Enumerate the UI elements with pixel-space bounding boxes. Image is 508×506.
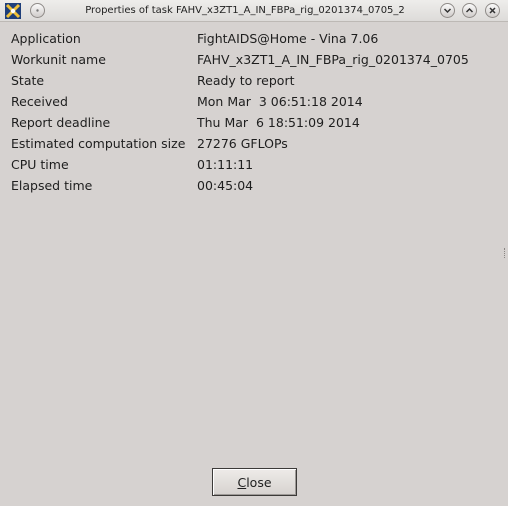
property-label: Received — [11, 94, 68, 109]
property-label: Application — [11, 31, 81, 46]
minimize-icon — [443, 8, 452, 14]
maximize-button[interactable] — [462, 3, 477, 18]
property-label: Estimated computation size — [11, 136, 186, 151]
property-value: Ready to report — [197, 73, 295, 88]
property-value: Thu Mar 6 18:51:09 2014 — [197, 115, 360, 130]
property-value: 27276 GFLOPs — [197, 136, 288, 151]
window-menu-button[interactable] — [30, 3, 45, 18]
close-button[interactable]: Close — [212, 468, 297, 496]
property-label: CPU time — [11, 157, 69, 172]
property-label: Elapsed time — [11, 178, 93, 193]
property-value: FightAIDS@Home - Vina 7.06 — [197, 31, 379, 46]
minimize-button[interactable] — [440, 3, 455, 18]
property-value: FAHV_x3ZT1_A_IN_FBPa_rig_0201374_0705 — [197, 52, 469, 67]
property-value: 01:11:11 — [197, 157, 254, 172]
property-value: Mon Mar 3 06:51:18 2014 — [197, 94, 363, 109]
title-bar[interactable]: Properties of task FAHV_x3ZT1_A_IN_FBPa_… — [0, 0, 508, 22]
menu-dot-icon — [36, 9, 39, 12]
boinc-app-icon[interactable] — [5, 3, 21, 19]
close-window-button[interactable] — [485, 3, 500, 18]
window-title: Properties of task FAHV_x3ZT1_A_IN_FBPa_… — [85, 5, 405, 16]
close-icon — [489, 7, 496, 14]
property-label: Workunit name — [11, 52, 106, 67]
property-label: State — [11, 73, 45, 88]
close-mnemonic: C — [237, 474, 247, 490]
close-label-rest: lose — [246, 474, 272, 490]
property-value: 00:45:04 — [197, 178, 254, 193]
property-label: Report deadline — [11, 115, 111, 130]
maximize-icon — [465, 7, 474, 13]
resize-grip[interactable] — [504, 248, 507, 258]
